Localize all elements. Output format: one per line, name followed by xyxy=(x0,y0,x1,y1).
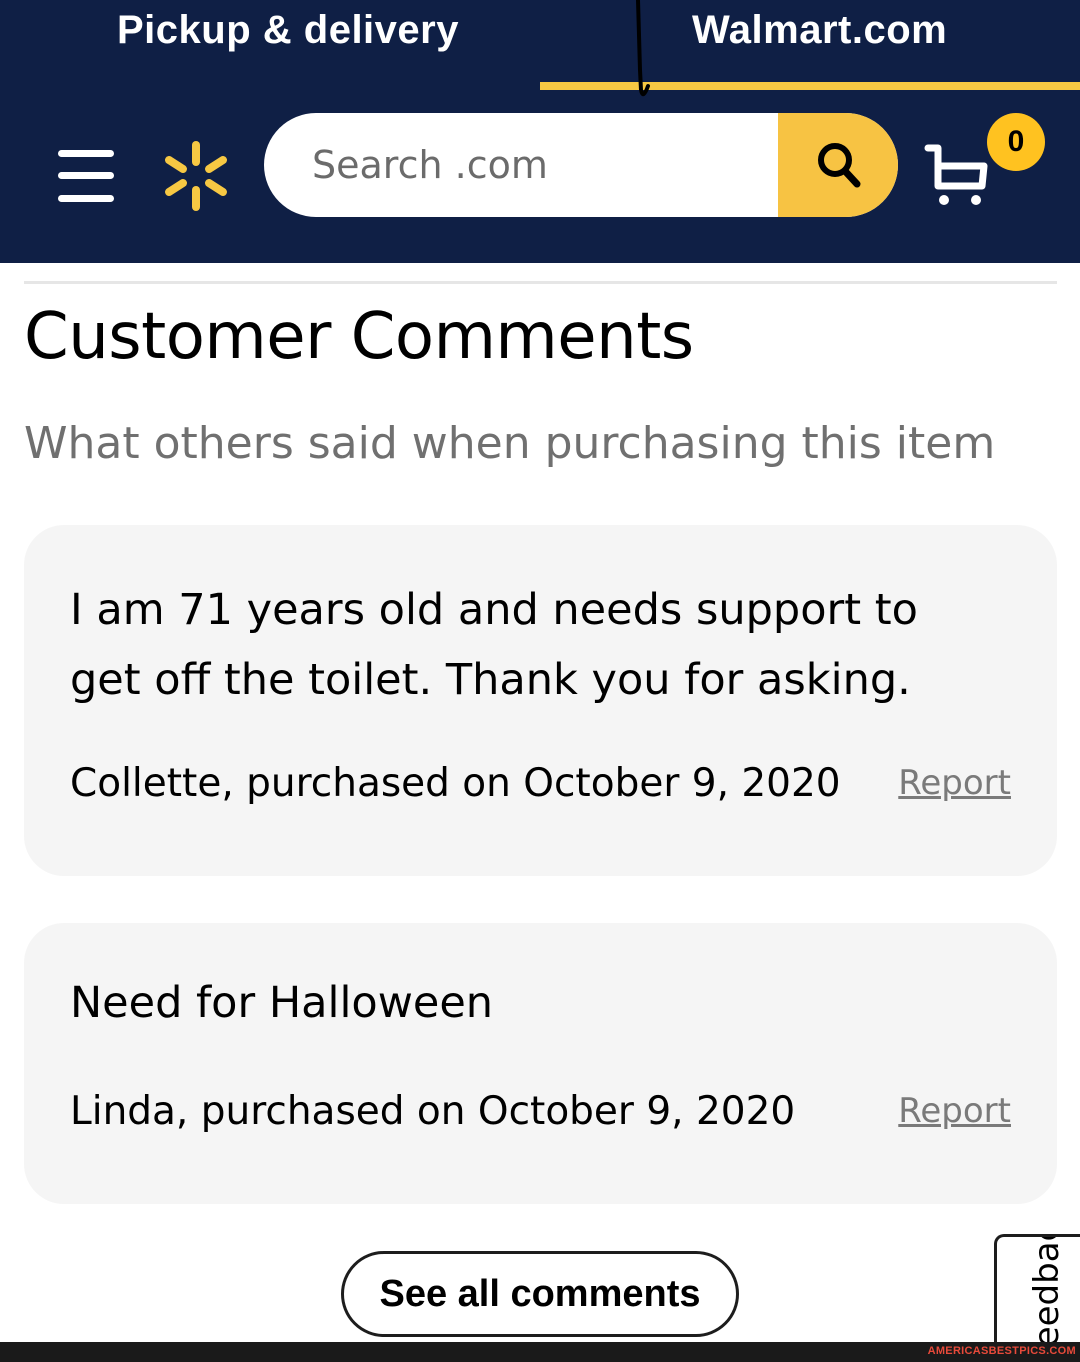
report-link[interactable]: Report xyxy=(898,763,1011,803)
cart-count-badge: 0 xyxy=(987,113,1045,171)
section-divider xyxy=(24,281,1057,284)
menu-icon[interactable] xyxy=(58,146,114,206)
comment-author-date: Collette, purchased on October 9, 2020 xyxy=(70,761,841,806)
search-input[interactable] xyxy=(264,113,778,217)
report-link[interactable]: Report xyxy=(898,1091,1011,1131)
page-title: Customer Comments xyxy=(24,300,694,374)
search-icon xyxy=(818,143,861,188)
comment-card: I am 71 years old and needs support to g… xyxy=(24,525,1057,876)
watermark-text: AMERICASBESTPICS.COM xyxy=(927,1345,1076,1357)
comment-text: Need for Halloween xyxy=(70,978,494,1028)
watermark-bar: AMERICASBESTPICS.COM xyxy=(0,1342,1080,1362)
comment-card: Need for Halloween Linda, purchased on O… xyxy=(24,923,1057,1204)
comment-text: I am 71 years old and needs support to g… xyxy=(70,585,918,705)
walmart-spark-icon[interactable] xyxy=(160,140,232,212)
search-bar xyxy=(264,113,898,217)
cart-icon[interactable] xyxy=(922,140,994,212)
page-subtitle: What others said when purchasing this it… xyxy=(24,418,996,469)
search-button[interactable] xyxy=(778,113,898,217)
top-navigation-bar: Pickup & delivery Walmart.com 0 xyxy=(0,0,1080,263)
comment-author-date: Linda, purchased on October 9, 2020 xyxy=(70,1089,796,1134)
see-all-comments-button[interactable]: See all comments xyxy=(341,1251,739,1337)
handdrawn-divider-line xyxy=(636,0,650,97)
